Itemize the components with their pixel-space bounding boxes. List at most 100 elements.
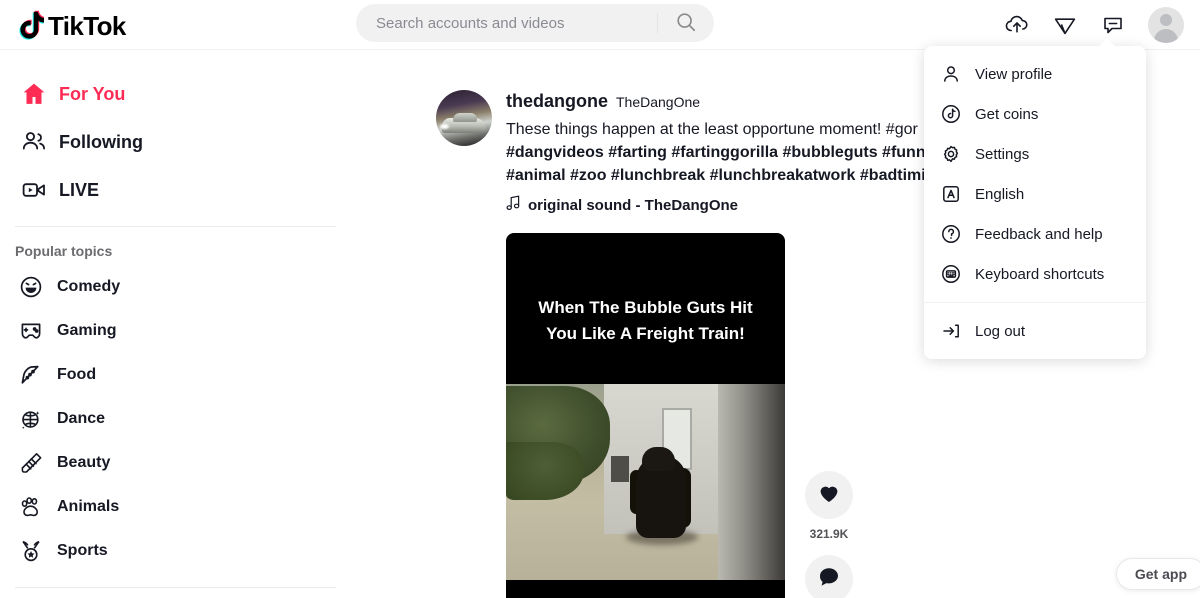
dropdown-caret [1098, 38, 1116, 47]
profile-avatar[interactable] [1148, 7, 1184, 43]
sidebar-item-live[interactable]: LIVE [0, 166, 356, 214]
sidebar-item-gaming[interactable]: Gaming [0, 309, 356, 353]
video-overlay-caption: When The Bubble Guts Hit You Like A Frei… [506, 295, 785, 347]
paw-icon [18, 494, 44, 520]
menu-separator [924, 302, 1146, 303]
scene-vent [611, 456, 629, 483]
post-author-avatar[interactable] [436, 90, 492, 146]
keyboard-icon [940, 263, 962, 285]
video-frame-image [506, 384, 785, 581]
menu-label-keyboard-shortcuts: Keyboard shortcuts [975, 265, 1105, 283]
coin-icon [940, 103, 962, 125]
sidebar-label-for-you: For You [59, 83, 126, 104]
scene-wall-right [718, 384, 785, 581]
home-icon [18, 78, 50, 110]
video-player[interactable]: When The Bubble Guts Hit You Like A Frei… [506, 233, 785, 598]
get-app-button[interactable]: Get app [1115, 558, 1200, 590]
avatar-car-roof [453, 113, 477, 122]
tiktok-logo[interactable]: TikTok [18, 4, 126, 46]
menu-label-log-out: Log out [975, 322, 1026, 340]
avatar-head [1160, 14, 1172, 26]
sidebar-item-following[interactable]: Following [0, 118, 356, 166]
people-icon [18, 126, 50, 158]
post-caption: These things happen at the least opportu… [506, 119, 936, 187]
comment-button[interactable] [805, 555, 853, 598]
music-note-icon [506, 195, 521, 215]
caption-line-3: #animal #zoo #lunchbreak #lunchbreakatwo… [506, 166, 936, 184]
topic-label-comedy: Comedy [57, 278, 121, 295]
overlay-line-2: You Like A Freight Train! [546, 324, 745, 344]
menu-item-get-coins[interactable]: Get coins [924, 94, 1146, 134]
avatar-car-headlight [440, 124, 449, 129]
menu-item-language[interactable]: English [924, 174, 1146, 214]
author-handle[interactable]: thedangone [506, 91, 608, 112]
comb-icon [18, 450, 44, 476]
search-input[interactable] [356, 14, 657, 32]
menu-label-settings: Settings [975, 145, 1030, 163]
topic-label-dance: Dance [57, 410, 106, 427]
profile-dropdown-menu: View profile Get coins Settings English … [924, 38, 1146, 359]
avatar-body [1154, 29, 1178, 43]
search-icon [675, 11, 697, 36]
caption-line-2: #dangvideos #farting #fartinggorilla #bu… [506, 143, 935, 161]
topic-label-food: Food [57, 366, 97, 383]
sidebar-item-for-you[interactable]: For You [0, 70, 356, 118]
sound-label: original sound - TheDangOne [528, 196, 738, 214]
sidebar-item-food[interactable]: Food [0, 353, 356, 397]
sidebar-item-beauty[interactable]: Beauty [0, 441, 356, 485]
menu-item-keyboard-shortcuts[interactable]: Keyboard shortcuts [924, 254, 1146, 294]
sidebar-label-following: Following [59, 131, 143, 152]
sidebar-item-animals[interactable]: Animals [0, 485, 356, 529]
menu-label-language: English [975, 185, 1025, 203]
search-button[interactable] [658, 4, 714, 42]
sidebar-item-sports[interactable]: Sports [0, 529, 356, 573]
gear-icon [940, 143, 962, 165]
tiktok-note-icon [18, 10, 46, 40]
sidebar-item-dance[interactable]: Dance [0, 397, 356, 441]
author-display-name: TheDangOne [616, 94, 701, 110]
upload-icon[interactable] [1004, 12, 1030, 38]
gamepad-icon [18, 318, 44, 344]
pizza-slice-icon [18, 362, 44, 388]
left-sidebar: For You Following LIVE Popular topics Co… [0, 50, 356, 598]
heart-icon [817, 481, 841, 510]
smiley-icon [18, 274, 44, 300]
post-actions: 321.9K [805, 471, 853, 598]
menu-item-log-out[interactable]: Log out [924, 311, 1146, 351]
topic-label-animals: Animals [57, 498, 120, 515]
live-video-icon [18, 174, 50, 206]
logout-icon [940, 320, 962, 342]
topic-label-gaming: Gaming [57, 322, 117, 339]
search-bar[interactable] [356, 4, 714, 42]
popular-topics-heading: Popular topics [15, 243, 113, 259]
sidebar-label-live: LIVE [59, 179, 100, 200]
send-message-icon[interactable] [1052, 12, 1078, 38]
menu-item-settings[interactable]: Settings [924, 134, 1146, 174]
menu-label-view-profile: View profile [975, 65, 1053, 83]
disco-ball-icon [18, 406, 44, 432]
caption-line-1: These things happen at the least opportu… [506, 121, 918, 138]
like-count: 321.9K [809, 527, 849, 542]
inbox-icon[interactable] [1100, 12, 1126, 38]
tiktok-wordmark: TikTok [48, 11, 126, 41]
menu-label-get-coins: Get coins [975, 105, 1039, 123]
question-circle-icon [940, 223, 962, 245]
get-app-label: Get app [1134, 566, 1187, 582]
overlay-line-1: When The Bubble Guts Hit [538, 298, 753, 318]
top-header: TikTok [0, 0, 1200, 50]
medal-icon [18, 538, 44, 564]
like-button[interactable] [805, 471, 853, 520]
menu-label-feedback: Feedback and help [975, 225, 1103, 243]
menu-item-view-profile[interactable]: View profile [924, 54, 1146, 94]
language-icon [940, 183, 962, 205]
topic-label-sports: Sports [57, 542, 108, 559]
scene-bush-lower [506, 442, 584, 501]
menu-item-feedback[interactable]: Feedback and help [924, 214, 1146, 254]
comment-icon [817, 565, 841, 594]
scene-gorilla-head [642, 447, 675, 472]
person-icon [940, 63, 962, 85]
sidebar-divider-bottom [15, 587, 336, 588]
topic-label-beauty: Beauty [57, 454, 111, 471]
sidebar-item-comedy[interactable]: Comedy [0, 265, 356, 309]
header-actions [1004, 0, 1184, 50]
